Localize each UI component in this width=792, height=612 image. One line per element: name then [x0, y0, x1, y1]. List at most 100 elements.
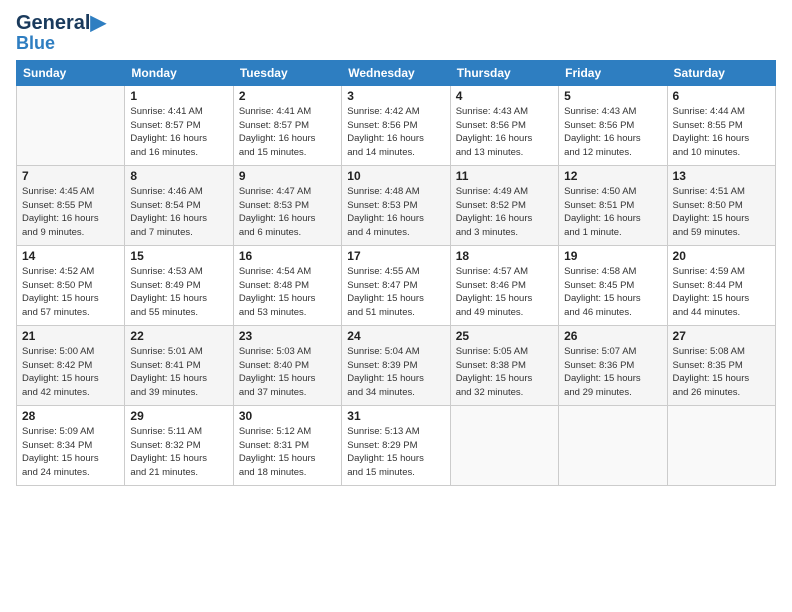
- logo-blue: Blue: [16, 34, 55, 54]
- calendar-cell: 11 Sunrise: 4:49 AM Sunset: 8:52 PM Dayli…: [450, 165, 558, 245]
- calendar-header-row: SundayMondayTuesdayWednesdayThursdayFrid…: [17, 60, 776, 85]
- day-info: Sunrise: 4:57 AM Sunset: 8:46 PM Dayligh…: [456, 265, 553, 320]
- calendar-cell: 2 Sunrise: 4:41 AM Sunset: 8:57 PM Daylig…: [233, 85, 341, 165]
- calendar-week-row: 14Sunrise: 4:52 AM Sunset: 8:50 PM Dayli…: [17, 245, 776, 325]
- day-number: 20: [673, 249, 770, 263]
- calendar-cell: 13 Sunrise: 4:51 AM Sunset: 8:50 PM Dayli…: [667, 165, 775, 245]
- calendar-week-row: 1 Sunrise: 4:41 AM Sunset: 8:57 PM Daylig…: [17, 85, 776, 165]
- day-number: 6: [673, 89, 770, 103]
- day-number: 7: [22, 169, 119, 183]
- day-info: Sunrise: 4:44 AM Sunset: 8:55 PM Dayligh…: [673, 105, 770, 160]
- calendar-header-cell: Sunday: [17, 60, 125, 85]
- calendar-cell: 15 Sunrise: 4:53 AM Sunset: 8:49 PM Dayli…: [125, 245, 233, 325]
- calendar-cell: 23Sunrise: 5:03 AM Sunset: 8:40 PM Dayli…: [233, 325, 341, 405]
- day-info: Sunrise: 4:49 AM Sunset: 8:52 PM Dayligh…: [456, 185, 553, 240]
- day-info: Sunrise: 4:59 AM Sunset: 8:44 PM Dayligh…: [673, 265, 770, 320]
- day-number: 17: [347, 249, 444, 263]
- calendar-week-row: 21Sunrise: 5:00 AM Sunset: 8:42 PM Dayli…: [17, 325, 776, 405]
- calendar-cell: 20 Sunrise: 4:59 AM Sunset: 8:44 PM Dayli…: [667, 245, 775, 325]
- day-info: Sunrise: 5:07 AM Sunset: 8:36 PM Dayligh…: [564, 345, 661, 400]
- day-number: 5: [564, 89, 661, 103]
- day-info: Sunrise: 4:48 AM Sunset: 8:53 PM Dayligh…: [347, 185, 444, 240]
- calendar-cell: 10Sunrise: 4:48 AM Sunset: 8:53 PM Dayli…: [342, 165, 450, 245]
- day-number: 28: [22, 409, 119, 423]
- calendar-cell: 4Sunrise: 4:43 AM Sunset: 8:56 PM Daylig…: [450, 85, 558, 165]
- day-number: 31: [347, 409, 444, 423]
- day-info: Sunrise: 4:51 AM Sunset: 8:50 PM Dayligh…: [673, 185, 770, 240]
- logo: General▶ Blue: [16, 12, 106, 54]
- calendar-cell: 8 Sunrise: 4:46 AM Sunset: 8:54 PM Daylig…: [125, 165, 233, 245]
- calendar-cell: 17 Sunrise: 4:55 AM Sunset: 8:47 PM Dayli…: [342, 245, 450, 325]
- day-info: Sunrise: 4:47 AM Sunset: 8:53 PM Dayligh…: [239, 185, 336, 240]
- calendar-cell: 14Sunrise: 4:52 AM Sunset: 8:50 PM Dayli…: [17, 245, 125, 325]
- day-number: 9: [239, 169, 336, 183]
- day-number: 25: [456, 329, 553, 343]
- calendar-cell: 31 Sunrise: 5:13 AM Sunset: 8:29 PM Dayli…: [342, 405, 450, 485]
- day-info: Sunrise: 4:43 AM Sunset: 8:56 PM Dayligh…: [564, 105, 661, 160]
- day-number: 8: [130, 169, 227, 183]
- calendar-body: 1 Sunrise: 4:41 AM Sunset: 8:57 PM Daylig…: [17, 85, 776, 485]
- day-number: 24: [347, 329, 444, 343]
- calendar-week-row: 7 Sunrise: 4:45 AM Sunset: 8:55 PM Daylig…: [17, 165, 776, 245]
- day-info: Sunrise: 5:04 AM Sunset: 8:39 PM Dayligh…: [347, 345, 444, 400]
- day-number: 2: [239, 89, 336, 103]
- day-info: Sunrise: 4:58 AM Sunset: 8:45 PM Dayligh…: [564, 265, 661, 320]
- day-info: Sunrise: 4:52 AM Sunset: 8:50 PM Dayligh…: [22, 265, 119, 320]
- calendar-cell: 29Sunrise: 5:11 AM Sunset: 8:32 PM Dayli…: [125, 405, 233, 485]
- calendar-table: SundayMondayTuesdayWednesdayThursdayFrid…: [16, 60, 776, 486]
- day-info: Sunrise: 5:13 AM Sunset: 8:29 PM Dayligh…: [347, 425, 444, 480]
- day-number: 13: [673, 169, 770, 183]
- calendar-header-cell: Thursday: [450, 60, 558, 85]
- day-info: Sunrise: 4:54 AM Sunset: 8:48 PM Dayligh…: [239, 265, 336, 320]
- calendar-cell: [450, 405, 558, 485]
- day-info: Sunrise: 4:42 AM Sunset: 8:56 PM Dayligh…: [347, 105, 444, 160]
- calendar-cell: 12 Sunrise: 4:50 AM Sunset: 8:51 PM Dayli…: [559, 165, 667, 245]
- calendar-cell: 26 Sunrise: 5:07 AM Sunset: 8:36 PM Dayli…: [559, 325, 667, 405]
- day-number: 23: [239, 329, 336, 343]
- calendar-cell: 27 Sunrise: 5:08 AM Sunset: 8:35 PM Dayli…: [667, 325, 775, 405]
- day-number: 19: [564, 249, 661, 263]
- calendar-header-cell: Saturday: [667, 60, 775, 85]
- day-number: 11: [456, 169, 553, 183]
- day-number: 12: [564, 169, 661, 183]
- calendar-cell: 16 Sunrise: 4:54 AM Sunset: 8:48 PM Dayli…: [233, 245, 341, 325]
- calendar-cell: 18 Sunrise: 4:57 AM Sunset: 8:46 PM Dayli…: [450, 245, 558, 325]
- day-number: 18: [456, 249, 553, 263]
- day-info: Sunrise: 5:12 AM Sunset: 8:31 PM Dayligh…: [239, 425, 336, 480]
- calendar-cell: [17, 85, 125, 165]
- day-info: Sunrise: 4:45 AM Sunset: 8:55 PM Dayligh…: [22, 185, 119, 240]
- day-number: 26: [564, 329, 661, 343]
- calendar-header-cell: Wednesday: [342, 60, 450, 85]
- calendar-cell: 5 Sunrise: 4:43 AM Sunset: 8:56 PM Daylig…: [559, 85, 667, 165]
- day-info: Sunrise: 4:50 AM Sunset: 8:51 PM Dayligh…: [564, 185, 661, 240]
- calendar-cell: 21Sunrise: 5:00 AM Sunset: 8:42 PM Dayli…: [17, 325, 125, 405]
- calendar-cell: 9 Sunrise: 4:47 AM Sunset: 8:53 PM Daylig…: [233, 165, 341, 245]
- day-number: 16: [239, 249, 336, 263]
- calendar-cell: 7 Sunrise: 4:45 AM Sunset: 8:55 PM Daylig…: [17, 165, 125, 245]
- calendar-cell: 3 Sunrise: 4:42 AM Sunset: 8:56 PM Daylig…: [342, 85, 450, 165]
- calendar-header-cell: Friday: [559, 60, 667, 85]
- calendar-cell: 25Sunrise: 5:05 AM Sunset: 8:38 PM Dayli…: [450, 325, 558, 405]
- day-info: Sunrise: 4:55 AM Sunset: 8:47 PM Dayligh…: [347, 265, 444, 320]
- calendar-cell: 1 Sunrise: 4:41 AM Sunset: 8:57 PM Daylig…: [125, 85, 233, 165]
- day-info: Sunrise: 4:53 AM Sunset: 8:49 PM Dayligh…: [130, 265, 227, 320]
- day-info: Sunrise: 4:41 AM Sunset: 8:57 PM Dayligh…: [239, 105, 336, 160]
- calendar-cell: 22 Sunrise: 5:01 AM Sunset: 8:41 PM Dayli…: [125, 325, 233, 405]
- calendar-cell: [667, 405, 775, 485]
- day-number: 3: [347, 89, 444, 103]
- calendar-header-cell: Tuesday: [233, 60, 341, 85]
- day-number: 1: [130, 89, 227, 103]
- day-info: Sunrise: 5:11 AM Sunset: 8:32 PM Dayligh…: [130, 425, 227, 480]
- day-info: Sunrise: 5:01 AM Sunset: 8:41 PM Dayligh…: [130, 345, 227, 400]
- calendar-cell: 6 Sunrise: 4:44 AM Sunset: 8:55 PM Daylig…: [667, 85, 775, 165]
- calendar-cell: 19 Sunrise: 4:58 AM Sunset: 8:45 PM Dayli…: [559, 245, 667, 325]
- day-number: 15: [130, 249, 227, 263]
- day-number: 22: [130, 329, 227, 343]
- day-info: Sunrise: 4:46 AM Sunset: 8:54 PM Dayligh…: [130, 185, 227, 240]
- page: General▶ Blue SundayMondayTuesdayWednesd…: [0, 0, 792, 612]
- day-number: 21: [22, 329, 119, 343]
- day-info: Sunrise: 5:08 AM Sunset: 8:35 PM Dayligh…: [673, 345, 770, 400]
- day-number: 27: [673, 329, 770, 343]
- day-number: 4: [456, 89, 553, 103]
- day-info: Sunrise: 4:41 AM Sunset: 8:57 PM Dayligh…: [130, 105, 227, 160]
